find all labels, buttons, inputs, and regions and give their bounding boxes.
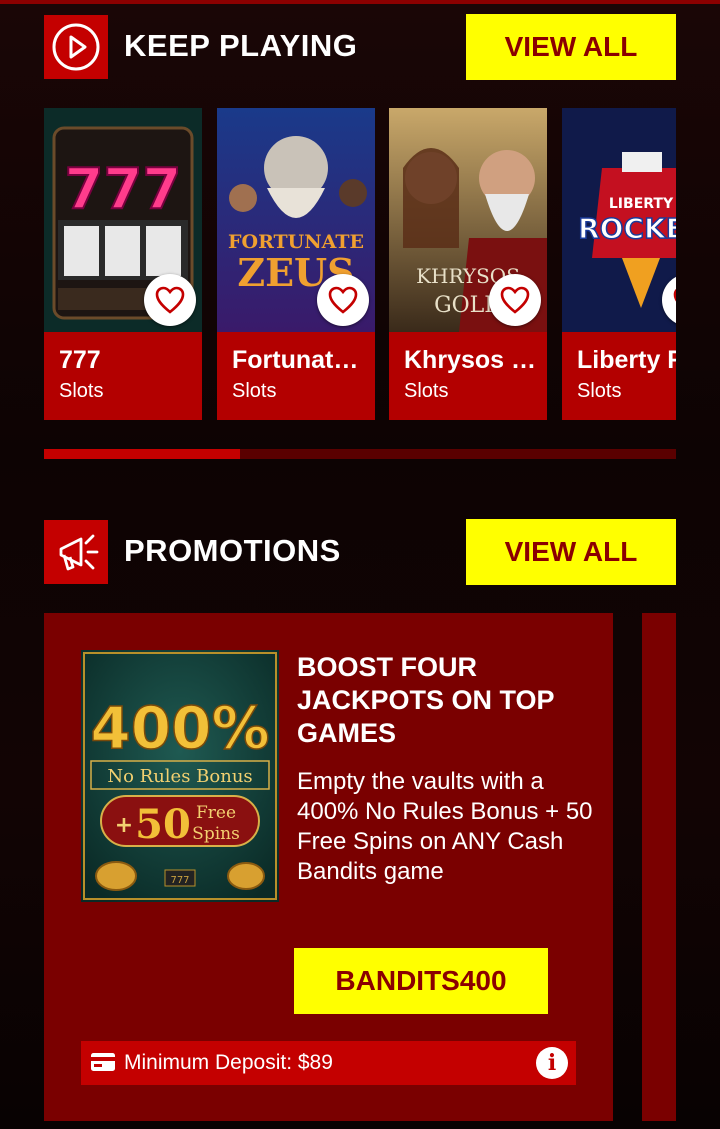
- game-card-fortunate-zeus[interactable]: FORTUNATE ZEUS Fortunat… Slots: [217, 108, 375, 420]
- heart-icon: [500, 286, 530, 314]
- game-category: Slots: [577, 380, 622, 402]
- carousel-scroll-thumb[interactable]: [44, 449, 240, 459]
- game-category: Slots: [404, 380, 449, 402]
- promotion-card[interactable]: 400% No Rules Bonus + 50 Free Spins 777 …: [44, 613, 613, 1121]
- keep-playing-view-all-button[interactable]: VIEW ALL: [466, 14, 676, 80]
- promotion-image: 400% No Rules Bonus + 50 Free Spins 777: [81, 650, 279, 902]
- top-border: [0, 0, 720, 4]
- game-card-777[interactable]: 777 777 Slots: [44, 108, 202, 420]
- megaphone-icon: [59, 534, 99, 571]
- minimum-deposit-bar: Minimum Deposit: $89 i: [81, 1041, 576, 1085]
- game-title: Fortunat…: [232, 346, 359, 374]
- promo-image-percent: 400%: [90, 694, 269, 762]
- favorite-button[interactable]: [144, 274, 196, 326]
- promotions-section-icon: [44, 520, 108, 584]
- game-art-text-1: LIBERTY: [609, 196, 674, 212]
- keep-playing-section-icon: [44, 15, 108, 79]
- promo-image-spins-line2: Spins: [192, 824, 240, 844]
- game-art-text-2: ROCKET: [578, 212, 676, 245]
- promo-image-mini-text: 777: [170, 875, 189, 886]
- game-category: Slots: [232, 380, 277, 402]
- promo-image-spins-number: 50: [135, 801, 191, 848]
- info-icon[interactable]: i: [536, 1047, 568, 1079]
- credit-card-icon: [91, 1053, 115, 1071]
- game-card-liberty-rocket[interactable]: LIBERTY ROCKET Liberty R Slots: [562, 108, 676, 420]
- carousel-scrollbar[interactable]: [44, 449, 676, 459]
- game-card-khrysos-gold[interactable]: KHRYSOS GOLD Khrysos … Slots: [389, 108, 547, 420]
- game-title: 777: [59, 346, 101, 374]
- heart-icon: [155, 286, 185, 314]
- game-category: Slots: [59, 380, 104, 402]
- promotion-description: Empty the vaults with a 400% No Rules Bo…: [297, 768, 593, 885]
- promotion-title: BOOST FOUR JACKPOTS ON TOP GAMES: [297, 652, 555, 748]
- promotions-title: PROMOTIONS: [124, 533, 341, 568]
- promo-image-line1: No Rules Bonus: [107, 766, 252, 787]
- promo-image-plus: +: [115, 813, 133, 838]
- favorite-button[interactable]: [489, 274, 541, 326]
- game-thumbnail-liberty-rocket: LIBERTY ROCKET: [562, 108, 676, 332]
- heart-icon: [328, 286, 358, 314]
- keep-playing-title: KEEP PLAYING: [124, 28, 358, 63]
- game-title: Khrysos …: [404, 346, 536, 374]
- game-title: Liberty R: [577, 346, 676, 374]
- games-carousel[interactable]: 777 777 Slots FORTUNATE ZEUS Fortunat… S…: [44, 108, 676, 420]
- favorite-button[interactable]: [317, 274, 369, 326]
- play-circle-icon: [52, 23, 100, 71]
- next-promotion-card-peek[interactable]: [642, 613, 676, 1121]
- minimum-deposit-text: Minimum Deposit: $89: [124, 1051, 333, 1074]
- promo-image-spins-line1: Free: [196, 803, 236, 823]
- promo-code-button[interactable]: BANDITS400: [294, 948, 548, 1014]
- game-art-text: 777: [65, 157, 182, 222]
- heart-icon: [673, 288, 676, 302]
- promotions-view-all-button[interactable]: VIEW ALL: [466, 519, 676, 585]
